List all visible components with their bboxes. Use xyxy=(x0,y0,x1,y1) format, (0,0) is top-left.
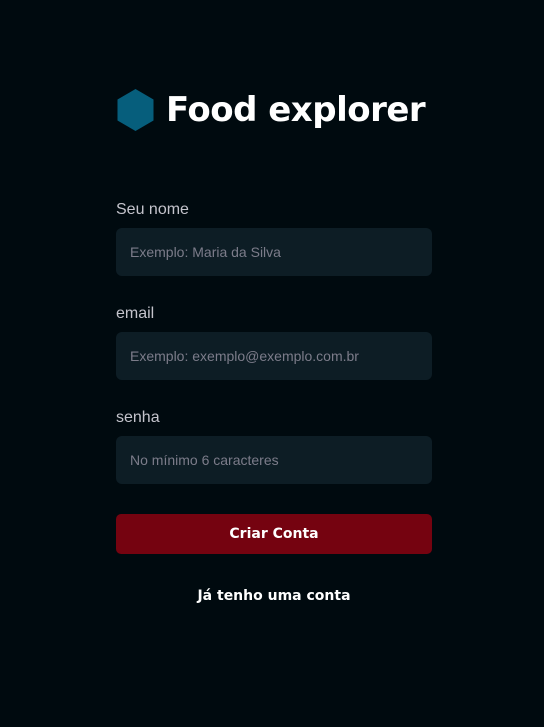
password-input[interactable] xyxy=(116,436,432,484)
name-input[interactable] xyxy=(116,228,432,276)
email-label: email xyxy=(116,305,155,322)
brand-name: Food explorer xyxy=(166,90,426,130)
password-label: senha xyxy=(116,409,160,426)
login-link[interactable]: Já tenho uma conta xyxy=(116,586,432,606)
brand: Food explorer xyxy=(116,88,426,132)
hexagon-icon xyxy=(117,89,154,131)
email-input[interactable] xyxy=(116,332,432,380)
name-label: Seu nome xyxy=(116,201,189,218)
create-account-button[interactable]: Criar Conta xyxy=(116,514,432,554)
